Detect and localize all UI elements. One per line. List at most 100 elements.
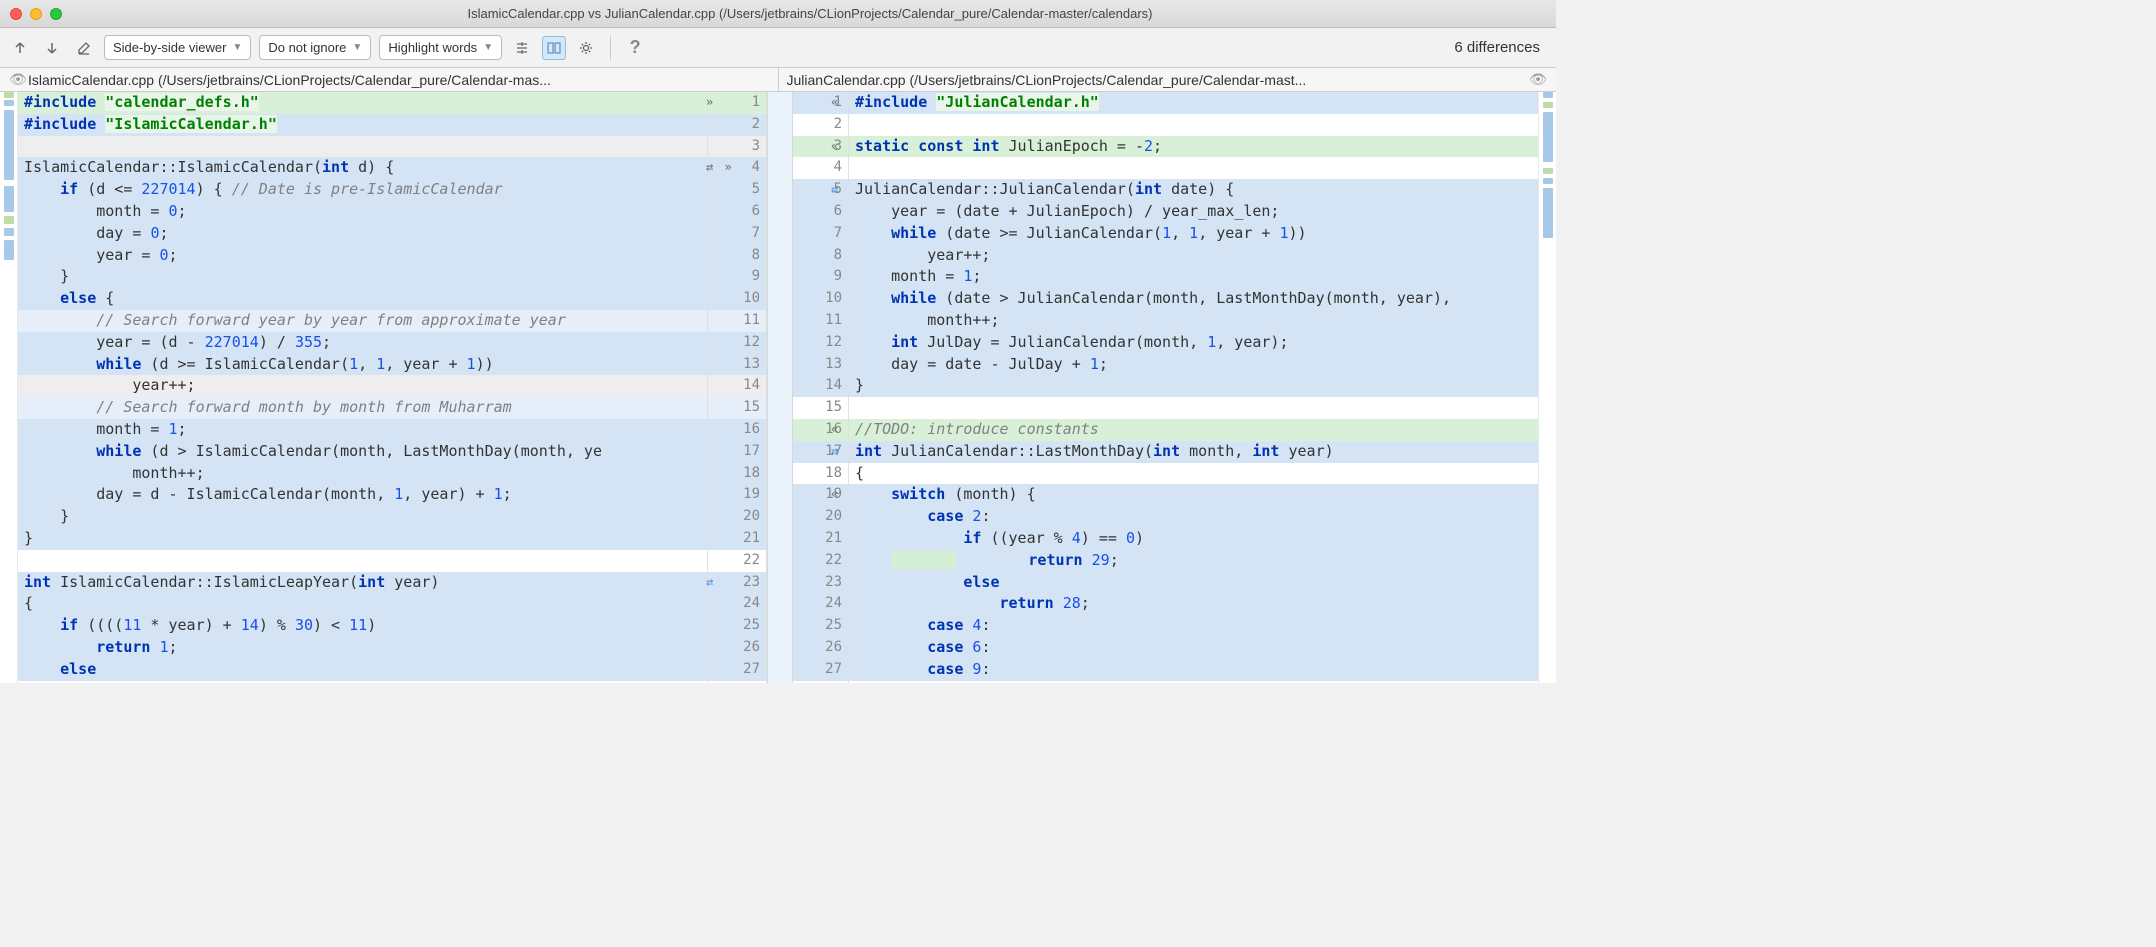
line-number: 12 xyxy=(708,332,766,354)
minimize-icon[interactable] xyxy=(30,8,42,20)
code-line[interactable]: } xyxy=(18,266,707,288)
code-line[interactable]: #include "calendar_defs.h" xyxy=(18,92,707,114)
line-number: 2 xyxy=(793,114,848,136)
line-number: 20 xyxy=(793,506,848,528)
window-title: IslamicCalendar.cpp vs JulianCalendar.cp… xyxy=(74,6,1546,21)
line-number: 13 xyxy=(708,354,766,376)
code-line[interactable]: year = (date + JulianEpoch) / year_max_l… xyxy=(849,201,1538,223)
code-line[interactable]: } xyxy=(18,528,707,550)
code-line[interactable]: year = (d - 227014) / 355; xyxy=(18,332,707,354)
sync-scroll-icon[interactable] xyxy=(542,36,566,60)
code-line[interactable]: month++; xyxy=(18,463,707,485)
left-line-numbers: »123⇄ »45678910111213141516171819202122⇄… xyxy=(707,92,767,683)
code-line[interactable] xyxy=(849,397,1538,419)
code-line[interactable]: IslamicCalendar::IslamicCalendar(int d) … xyxy=(18,157,707,179)
eye-icon[interactable]: 👁 xyxy=(8,71,28,88)
code-line[interactable]: month = 1; xyxy=(849,266,1538,288)
code-line[interactable]: while (date > JulianCalendar(month, Last… xyxy=(849,288,1538,310)
code-line[interactable]: return 1; xyxy=(18,637,707,659)
code-line[interactable]: else { xyxy=(18,288,707,310)
code-line[interactable]: day = date - JulDay + 1; xyxy=(849,354,1538,376)
code-line[interactable]: case 4: xyxy=(849,615,1538,637)
viewer-mode-label: Side-by-side viewer xyxy=(113,40,226,55)
help-icon[interactable]: ? xyxy=(623,36,647,60)
code-line[interactable]: { xyxy=(18,593,707,615)
right-code-pane[interactable]: #include "JulianCalendar.h" static const … xyxy=(849,92,1538,683)
edit-icon[interactable] xyxy=(72,36,96,60)
code-line[interactable]: year++; xyxy=(849,245,1538,267)
prev-diff-button[interactable] xyxy=(8,36,32,60)
code-line[interactable]: //TODO: introduce constants xyxy=(849,419,1538,441)
code-line[interactable]: month = 1; xyxy=(18,419,707,441)
code-line[interactable]: if ((year % 4) == 0) xyxy=(849,528,1538,550)
line-number: 6 xyxy=(793,201,848,223)
code-line[interactable] xyxy=(849,114,1538,136)
line-number: 18 xyxy=(793,463,848,485)
line-number: 26 xyxy=(708,637,766,659)
code-line[interactable] xyxy=(18,136,707,158)
eye-icon[interactable]: 👁 xyxy=(1528,71,1548,88)
line-number: 9 xyxy=(708,266,766,288)
ignore-mode-select[interactable]: Do not ignore ▼ xyxy=(259,35,371,60)
maximize-icon[interactable] xyxy=(50,8,62,20)
code-line[interactable] xyxy=(849,157,1538,179)
code-line[interactable]: if ((((11 * year) + 14) % 30) < 11) xyxy=(18,615,707,637)
toolbar: Side-by-side viewer ▼ Do not ignore ▼ Hi… xyxy=(0,28,1556,68)
collapse-unchanged-icon[interactable] xyxy=(510,36,534,60)
line-number: 18 xyxy=(708,463,766,485)
next-diff-button[interactable] xyxy=(40,36,64,60)
code-line[interactable]: case 6: xyxy=(849,637,1538,659)
diff-viewer: #include "calendar_defs.h"#include "Isla… xyxy=(0,92,1556,683)
code-line[interactable]: month = 0; xyxy=(18,201,707,223)
code-line[interactable]: case 9: xyxy=(849,659,1538,681)
code-line[interactable]: #include "JulianCalendar.h" xyxy=(849,92,1538,114)
viewer-mode-select[interactable]: Side-by-side viewer ▼ xyxy=(104,35,251,60)
line-number: ⇄23 xyxy=(708,572,766,594)
code-line[interactable]: if (d <= 227014) { // Date is pre-Islami… xyxy=(18,179,707,201)
line-number: 11 xyxy=(793,310,848,332)
line-number: 21 xyxy=(793,528,848,550)
code-line[interactable]: day = d - IslamicCalendar(month, 1, year… xyxy=(18,484,707,506)
code-line[interactable]: while (d > IslamicCalendar(month, LastMo… xyxy=(18,441,707,463)
code-line[interactable]: int JulianCalendar::LastMonthDay(int mon… xyxy=(849,441,1538,463)
line-number: 27 xyxy=(708,659,766,681)
line-number: 16« xyxy=(793,419,848,441)
code-line[interactable]: while (d >= IslamicCalendar(1, 1, year +… xyxy=(18,354,707,376)
code-line[interactable]: return 29; xyxy=(849,550,1538,572)
chevron-down-icon: ▼ xyxy=(232,42,242,53)
left-code-pane[interactable]: #include "calendar_defs.h"#include "Isla… xyxy=(18,92,707,683)
line-number: 19« xyxy=(793,484,848,506)
line-number: 3« xyxy=(793,136,848,158)
code-line[interactable]: else xyxy=(849,572,1538,594)
chevron-down-icon: ▼ xyxy=(483,42,493,53)
code-line[interactable]: year = 0; xyxy=(18,245,707,267)
code-line[interactable]: #include "IslamicCalendar.h" xyxy=(18,114,707,136)
code-line[interactable]: static const int JulianEpoch = -2; xyxy=(849,136,1538,158)
code-line[interactable]: int IslamicCalendar::IslamicLeapYear(int… xyxy=(18,572,707,594)
line-number: 4 xyxy=(793,157,848,179)
settings-icon[interactable] xyxy=(574,36,598,60)
code-line[interactable] xyxy=(18,550,707,572)
code-line[interactable]: month++; xyxy=(849,310,1538,332)
line-number: 10 xyxy=(708,288,766,310)
code-line[interactable]: return 28; xyxy=(849,593,1538,615)
code-line[interactable]: else xyxy=(18,659,707,681)
code-line[interactable]: case 2: xyxy=(849,506,1538,528)
code-line[interactable]: { xyxy=(849,463,1538,485)
code-line[interactable]: year++; xyxy=(18,375,707,397)
diff-connector xyxy=(767,92,793,683)
line-number: 24 xyxy=(793,593,848,615)
close-icon[interactable] xyxy=(10,8,22,20)
code-line[interactable]: day = 0; xyxy=(18,223,707,245)
highlight-mode-select[interactable]: Highlight words ▼ xyxy=(379,35,502,60)
code-line[interactable]: int JulDay = JulianCalendar(month, 1, ye… xyxy=(849,332,1538,354)
code-line[interactable]: // Search forward year by year from appr… xyxy=(18,310,707,332)
line-number: »1 xyxy=(708,92,766,114)
code-line[interactable]: switch (month) { xyxy=(849,484,1538,506)
code-line[interactable]: while (date >= JulianCalendar(1, 1, year… xyxy=(849,223,1538,245)
code-line[interactable]: // Search forward month by month from Mu… xyxy=(18,397,707,419)
line-number: 1« xyxy=(793,92,848,114)
code-line[interactable]: } xyxy=(849,375,1538,397)
code-line[interactable]: } xyxy=(18,506,707,528)
code-line[interactable]: JulianCalendar::JulianCalendar(int date)… xyxy=(849,179,1538,201)
